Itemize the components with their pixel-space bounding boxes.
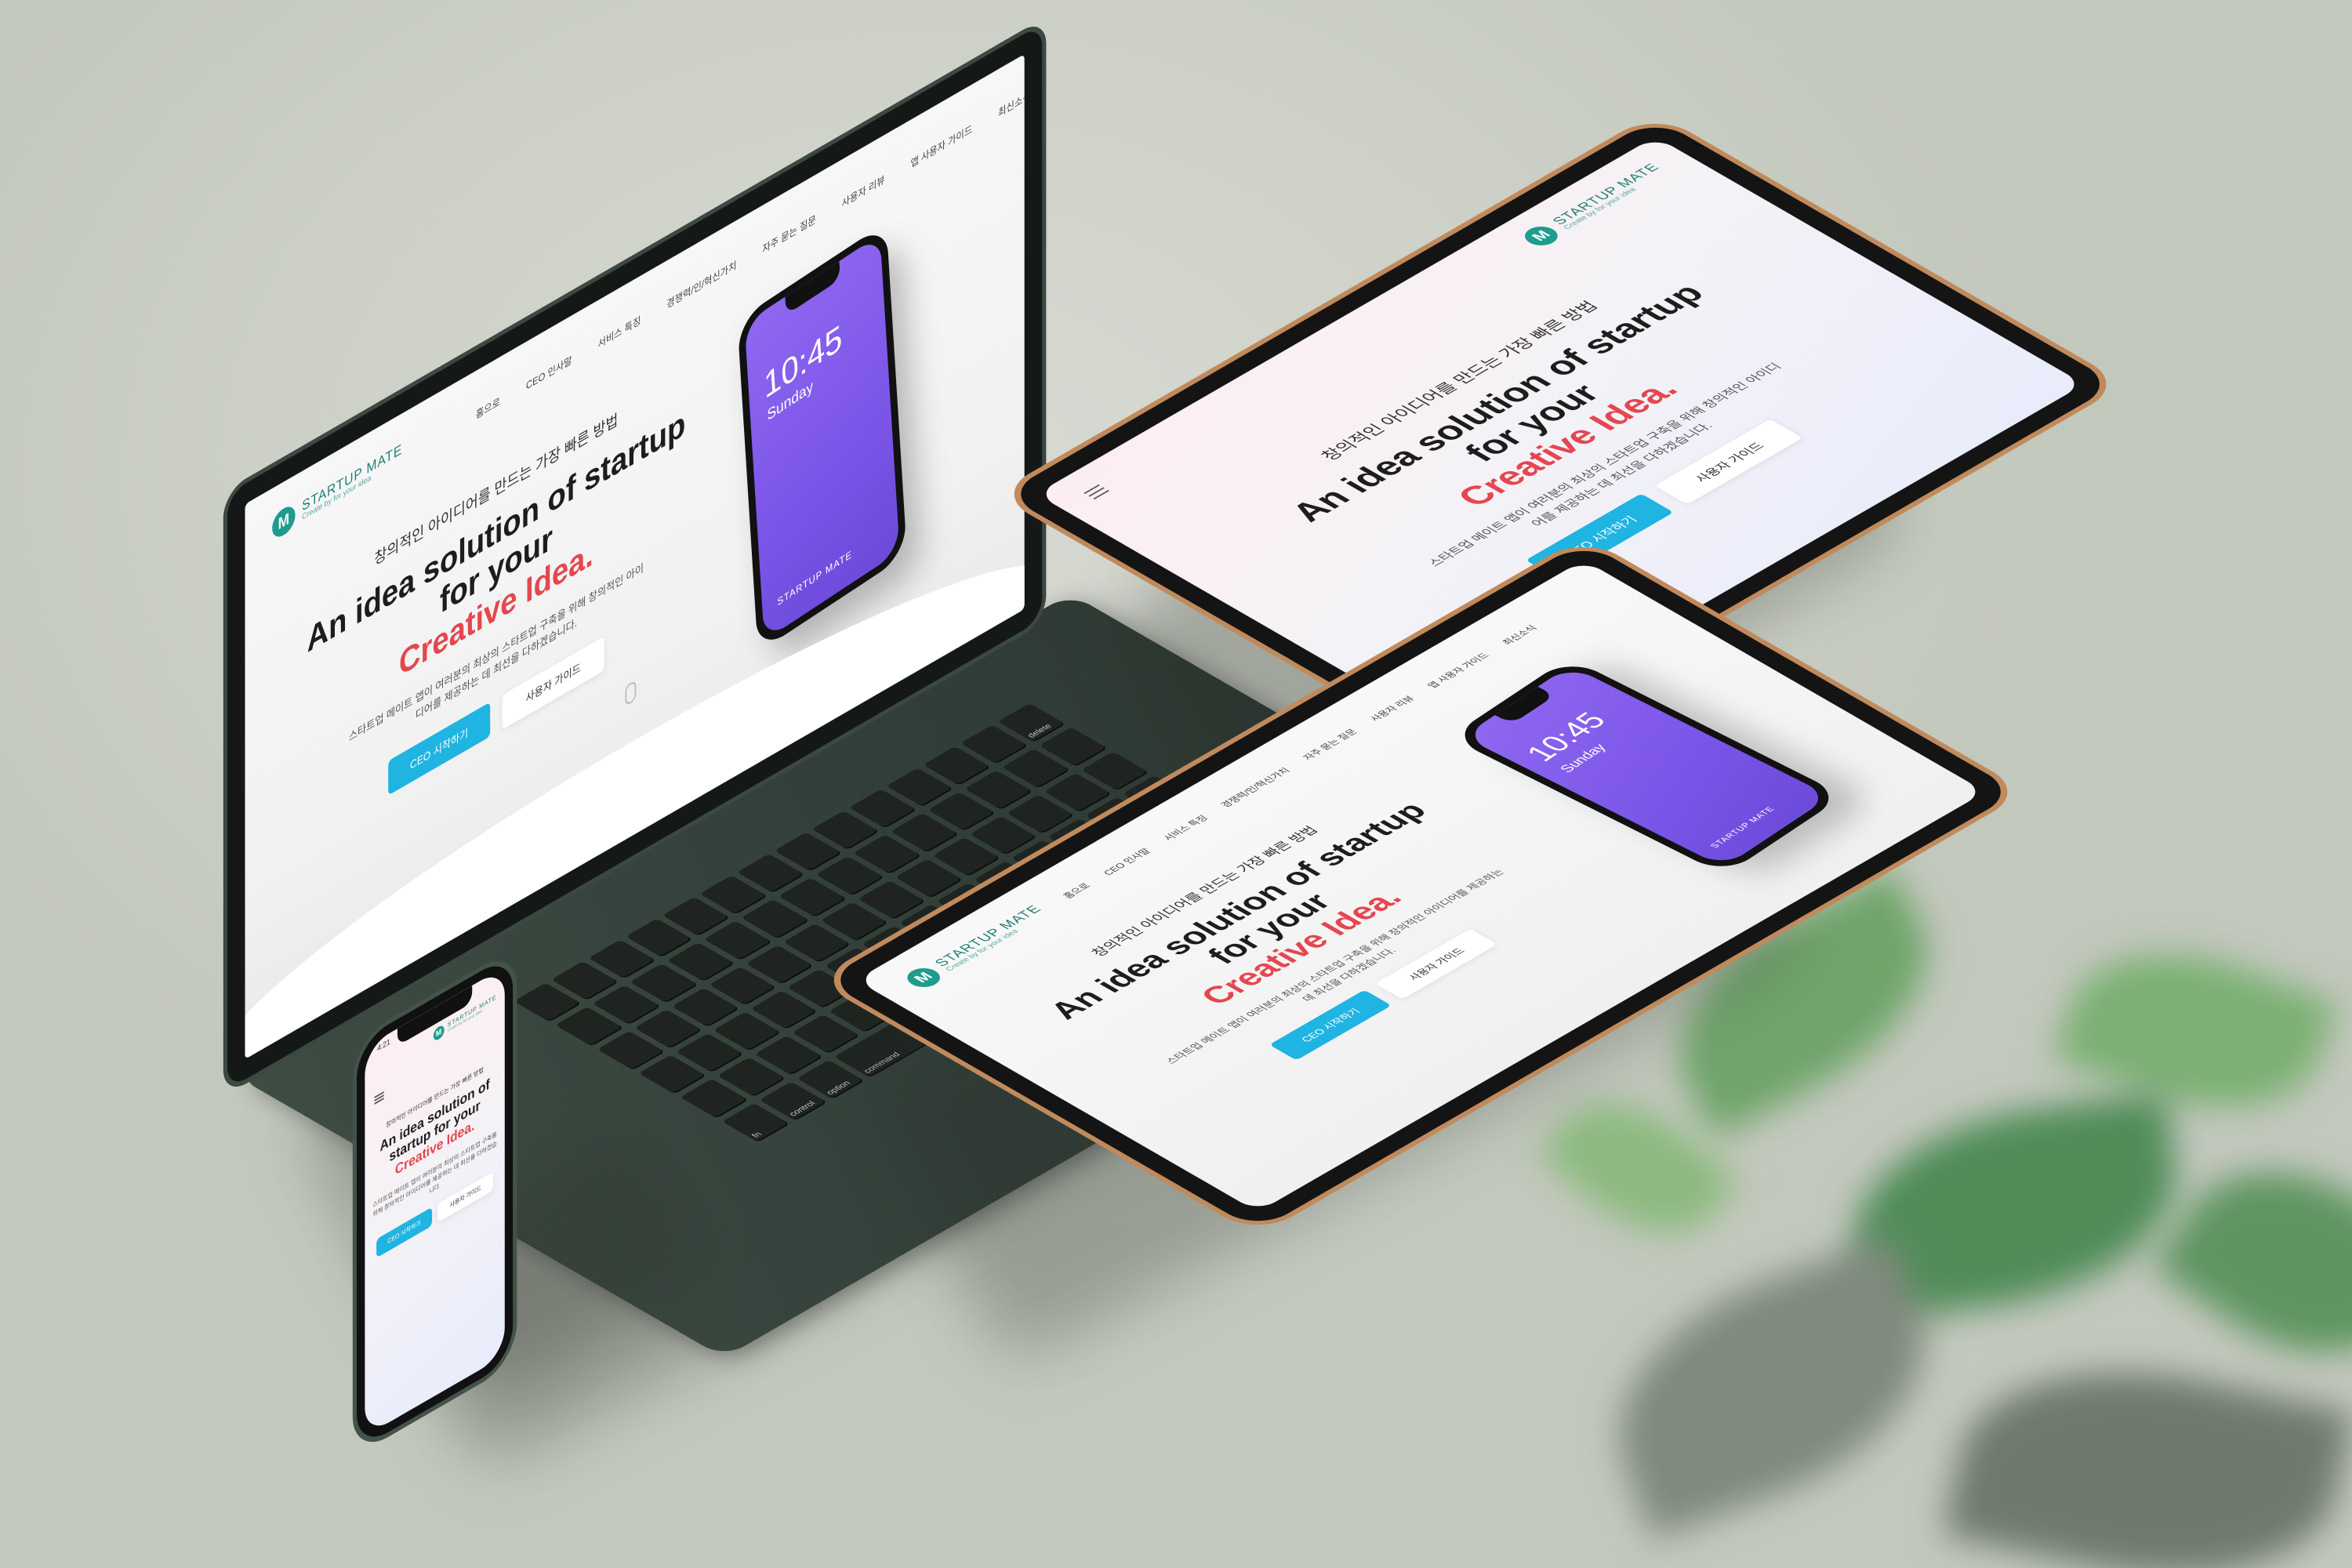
brand-name: STARTUP MATE [302,441,403,515]
nav-item-ceo[interactable]: CEO 인사말 [526,351,572,393]
hero-phone-mockup: 10:45 Sunday STARTUP MATE [737,222,907,653]
nav-item-home[interactable]: 홈으로 [476,393,500,422]
nav-item-guide[interactable]: 앱 사용자 가이드 [910,120,972,170]
nav-item-value[interactable]: 경쟁력/인/혁신가치 [1217,765,1293,809]
nav-item-ceo[interactable]: CEO 인사말 [1100,846,1154,877]
nav-item-faq[interactable]: 자주 묻는 질문 [1299,727,1360,762]
menu-icon[interactable] [374,1091,384,1105]
phone-clock: 10:45 [1519,708,1614,766]
scroll-indicator-icon [625,680,637,706]
status-time: 4:21 [376,1037,390,1054]
nav-item-guide[interactable]: 앱 사용자 가이드 [1424,651,1492,690]
brand-logo-icon: M [1518,222,1565,249]
brand-logo-icon: M [433,1023,445,1043]
brand-name: STARTUP MATE [931,902,1046,969]
plant-leaf [1943,1334,2352,1568]
brand-logo-icon: M [272,502,296,542]
brand[interactable]: M STARTUP MATE Create by for your idea [272,440,402,542]
phone-screen: 4:21 M STARTUP MATE Create by for your i… [365,967,505,1436]
hero-phone-screen: 10:45 Sunday STARTUP MATE [744,234,900,641]
nav-item-value[interactable]: 경쟁력/인/혁신가치 [666,256,736,311]
phone-screen-brand: STARTUP MATE [1708,805,1777,850]
nav-item-features[interactable]: 서비스 특징 [597,312,641,352]
hero-title-line2: for your [1454,378,1609,467]
nav-item-news[interactable]: 최신소식 [998,86,1025,120]
hero: 창의적인 아이디어를 만드는 가장 빠른 방법 An idea solution… [372,1057,498,1261]
nav-item-reviews[interactable]: 사용자 리뷰 [842,171,885,211]
phone-notch [785,261,840,315]
brand-tagline: Create by for your idea [1562,187,1639,231]
brand-logo-icon: M [900,964,947,991]
plant-leaf [2151,1123,2352,1401]
nav-item-features[interactable]: 서비스 특징 [1160,813,1210,843]
nav-item-faq[interactable]: 자주 묻는 질문 [762,211,815,256]
nav-item-home[interactable]: 홈으로 [1059,880,1093,900]
menu-icon[interactable] [1083,485,1110,499]
nav-item-news[interactable]: 최신소식 [1498,623,1540,648]
phone-notch [1494,686,1555,724]
brand-tagline: Create by for your idea [944,928,1021,973]
phone-screen-brand: STARTUP MATE [777,547,853,608]
device-mockup-scene: delete fncontroloptioncommandcommandopti… [0,0,2352,1568]
brand-name: STARTUP MATE [1548,161,1664,227]
nav-item-reviews[interactable]: 사용자 리뷰 [1367,694,1417,724]
plant-leaf [1582,1236,1962,1540]
brand[interactable]: M STARTUP MATE Create by for your idea [1518,161,1671,249]
